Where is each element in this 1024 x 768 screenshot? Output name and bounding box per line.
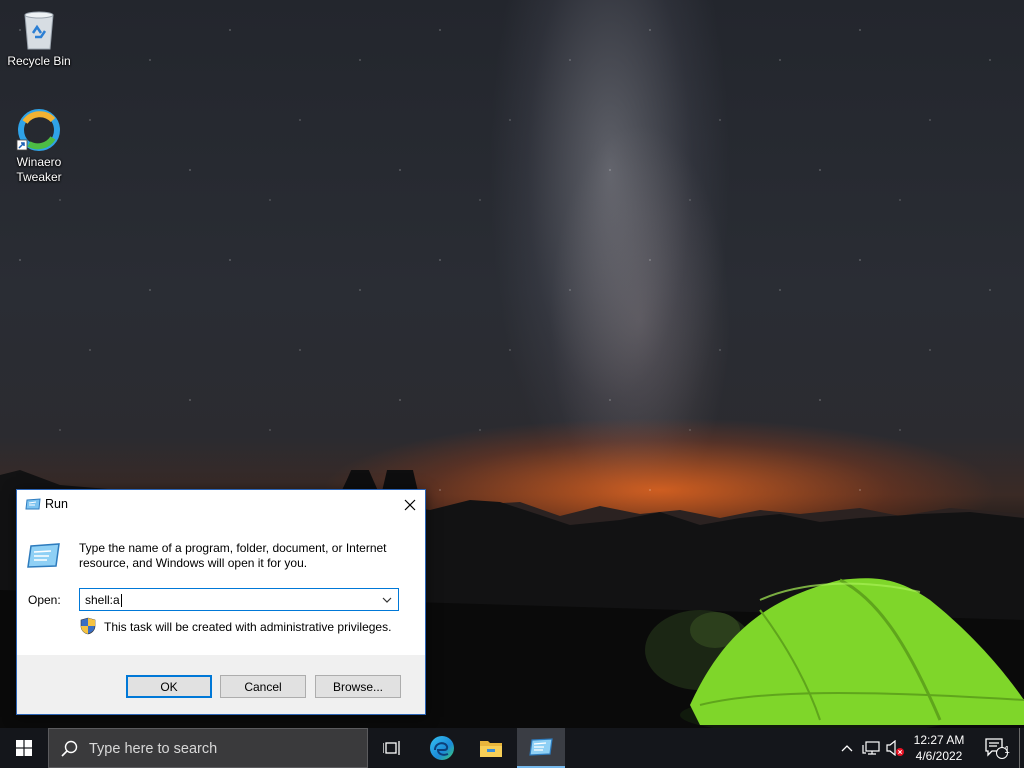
volume-muted-icon — [886, 740, 904, 756]
run-program-icon — [27, 543, 60, 568]
open-label: Open: — [28, 593, 61, 607]
run-dialog-content: Type the name of a program, folder, docu… — [17, 519, 425, 655]
close-icon — [404, 499, 416, 510]
chevron-down-icon — [382, 597, 392, 603]
dialog-description: Type the name of a program, folder, docu… — [79, 541, 387, 570]
clock[interactable]: 12:27 AM 4/6/2022 — [910, 728, 968, 768]
run-dialog-titlebar[interactable]: Run — [17, 490, 425, 519]
ok-button[interactable]: OK — [126, 675, 212, 698]
clock-date: 4/6/2022 — [915, 749, 963, 763]
file-explorer-button[interactable] — [467, 728, 515, 768]
search-placeholder: Type here to search — [89, 741, 218, 757]
open-combobox[interactable]: shell:a — [79, 588, 399, 611]
dropdown-button[interactable] — [378, 590, 396, 609]
notification-count-badge: 1 — [1004, 745, 1010, 756]
admin-privileges-note: This task will be created with administr… — [104, 620, 392, 634]
cancel-button[interactable]: Cancel — [220, 675, 306, 698]
close-button[interactable] — [395, 490, 425, 519]
desktop-icon-recycle-bin[interactable]: Recycle Bin — [1, 7, 77, 69]
task-view-icon — [383, 741, 400, 755]
network-icon — [862, 741, 880, 755]
desktop-icon-label-line2: Tweaker — [16, 170, 62, 184]
windows-logo-icon — [16, 740, 32, 756]
action-center-button[interactable]: 1 — [976, 728, 1016, 768]
text-caret — [120, 594, 122, 608]
search-icon — [61, 740, 78, 757]
volume-tray-button[interactable] — [884, 728, 908, 768]
taskbar-search[interactable]: Type here to search — [48, 728, 368, 768]
open-input[interactable]: shell:a — [85, 593, 122, 608]
dialog-title: Run — [45, 497, 68, 511]
run-taskbar-button[interactable] — [517, 728, 565, 768]
task-view-button[interactable] — [368, 728, 416, 768]
winaero-tweaker-icon — [16, 109, 60, 151]
desktop-icon-label: Recycle Bin — [7, 54, 71, 68]
start-button[interactable] — [0, 728, 48, 768]
desktop-icon-label-line1: Winaero — [16, 155, 62, 169]
taskbar: Type here to search 12:27 AM 4/6/2022 1 — [0, 728, 1024, 768]
run-icon — [25, 498, 41, 510]
edge-button[interactable] — [418, 728, 466, 768]
run-dialog: Run Type the name of a program, folder, … — [16, 489, 426, 715]
recycle-bin-icon — [24, 11, 54, 50]
file-explorer-icon — [480, 741, 502, 757]
run-icon — [529, 738, 553, 756]
desktop-icon-winaero-tweaker[interactable]: Winaero Tweaker — [1, 108, 77, 185]
clock-time: 12:27 AM — [913, 733, 965, 747]
uac-shield-icon — [80, 617, 96, 635]
show-hidden-icons-button[interactable] — [838, 728, 856, 768]
show-desktop-button[interactable] — [1019, 728, 1020, 768]
edge-icon — [430, 736, 454, 760]
browse-button[interactable]: Browse... — [315, 675, 401, 698]
chevron-up-icon — [841, 745, 853, 752]
network-tray-button[interactable] — [860, 728, 882, 768]
open-input-value: shell:a — [85, 593, 120, 607]
